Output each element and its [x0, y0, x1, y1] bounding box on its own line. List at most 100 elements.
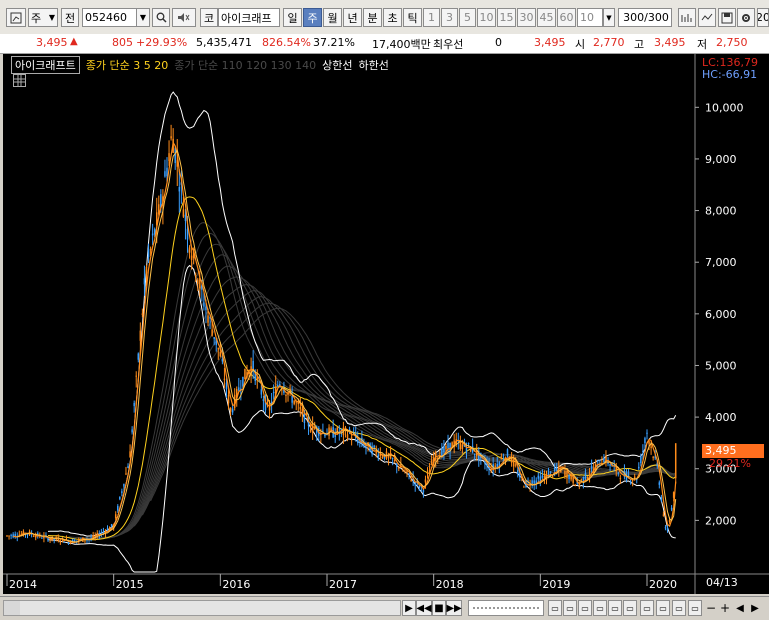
- change-pct: +29.93%: [136, 36, 188, 49]
- item-name: 아이크래프: [218, 8, 280, 27]
- tab-day[interactable]: 일: [283, 8, 302, 27]
- price-chart[interactable]: 10,000 9,000 8,000 7,000 6,000 5,000 4,000 3,00…: [3, 54, 769, 594]
- interval-45[interactable]: 45: [537, 8, 556, 27]
- interval-1[interactable]: 1: [423, 8, 440, 27]
- candle-body: [549, 471, 552, 473]
- candle-body: [674, 443, 677, 479]
- x-tick-label: 2016: [222, 578, 250, 591]
- tab-week[interactable]: 주: [303, 8, 322, 27]
- ask-value: 3,495: [534, 36, 566, 49]
- x-tick-label: 2019: [542, 578, 570, 591]
- interval-input[interactable]: 10: [577, 8, 603, 27]
- rewind-icon[interactable]: ◀◀: [416, 600, 432, 616]
- candle-body: [117, 506, 119, 511]
- interval-5[interactable]: 5: [459, 8, 476, 27]
- tab-tick[interactable]: 틱: [403, 8, 422, 27]
- candle-body: [617, 472, 620, 474]
- candle-body: [170, 136, 172, 139]
- code-input-value: 052460: [85, 11, 127, 24]
- candle-body: [638, 466, 640, 469]
- zoom-icon-10[interactable]: ▭: [688, 600, 702, 616]
- compare-icon[interactable]: [698, 8, 716, 27]
- count-input[interactable]: 300/300: [618, 8, 672, 27]
- tab-month[interactable]: 월: [323, 8, 342, 27]
- chart-canvas[interactable]: 10,0009,0008,0007,0006,0005,0004,0003,00…: [3, 54, 769, 594]
- candle-body: [609, 464, 611, 466]
- candle-body: [238, 387, 240, 391]
- search-icon[interactable]: [152, 8, 170, 27]
- interval-3[interactable]: 3: [441, 8, 458, 27]
- legend-item-name[interactable]: 아이크래프트: [11, 56, 80, 74]
- candle-body: [652, 456, 654, 458]
- zoom-icon-5[interactable]: ▭: [608, 600, 622, 616]
- candle-body: [41, 537, 43, 539]
- legend-price-ma[interactable]: 종가 단순 3 5 20: [86, 57, 168, 73]
- zoom-icon-1[interactable]: ▭: [548, 600, 562, 616]
- tab-second[interactable]: 초: [383, 8, 402, 27]
- interval-10[interactable]: 10: [477, 8, 496, 27]
- candle-body: [207, 315, 209, 323]
- gear-icon[interactable]: [737, 8, 755, 27]
- zoom-slider[interactable]: [468, 600, 544, 616]
- candle-body: [141, 313, 144, 315]
- tab-minute[interactable]: 분: [363, 8, 382, 27]
- legend-limit-up[interactable]: 상한선: [322, 57, 352, 73]
- forward-icon[interactable]: ▶▶: [446, 600, 462, 616]
- candle-body: [293, 400, 295, 404]
- candle-body: [219, 351, 222, 357]
- candle-body: [164, 171, 166, 177]
- interval-30[interactable]: 30: [517, 8, 536, 27]
- code-dropdown-icon[interactable]: ▼: [136, 8, 150, 27]
- scroll-left-icon[interactable]: [4, 601, 20, 615]
- zoom-icon-8[interactable]: ▭: [656, 600, 670, 616]
- zoom-icon-9[interactable]: ▭: [672, 600, 686, 616]
- scroll-left-button[interactable]: ◀: [733, 600, 747, 616]
- candle-body: [291, 396, 293, 403]
- item-marker[interactable]: 코: [200, 8, 218, 27]
- legend-limit-down[interactable]: 하한선: [359, 57, 389, 73]
- play-icon[interactable]: ▶: [402, 600, 416, 616]
- legend-long-ma[interactable]: 종가 단순 110 120 130 140: [174, 57, 316, 73]
- speaker-icon[interactable]: [172, 8, 196, 27]
- candle-body: [223, 378, 226, 380]
- scroll-controls: ▶ ◀◀ ■ ▶▶ ▭ ▭ ▭ ▭ ▭ ▭ ▭ ▭ ▭ ▭ − + ◀ ▶: [0, 596, 769, 620]
- candle-body: [227, 394, 230, 404]
- zoom-icon-6[interactable]: ▭: [623, 600, 637, 616]
- chart-type-icon[interactable]: [6, 8, 26, 27]
- market-select[interactable]: 주 ▼: [28, 8, 58, 27]
- interval-60[interactable]: 60: [557, 8, 576, 27]
- tab-year[interactable]: 년: [343, 8, 362, 27]
- zoom-icon-7[interactable]: ▭: [640, 600, 654, 616]
- type-button[interactable]: 전: [61, 8, 79, 27]
- candle-body: [84, 540, 86, 542]
- zoom-icon-4[interactable]: ▭: [593, 600, 607, 616]
- stop-icon[interactable]: ■: [432, 600, 446, 616]
- interval-dropdown-icon[interactable]: ▼: [603, 8, 615, 27]
- horizontal-scrollbar[interactable]: [3, 600, 401, 616]
- save-icon[interactable]: [718, 8, 736, 27]
- candle-body: [272, 391, 275, 394]
- candle-body: [186, 228, 189, 240]
- candle-body: [102, 531, 105, 533]
- candle-body: [426, 472, 429, 474]
- candle-body: [145, 267, 148, 274]
- candle-body: [568, 475, 570, 480]
- scroll-right-button[interactable]: ▶: [748, 600, 762, 616]
- zoom-icon-2[interactable]: ▭: [563, 600, 577, 616]
- interval-15[interactable]: 15: [497, 8, 516, 27]
- priority-value: 0: [495, 36, 502, 49]
- candle-body: [190, 255, 193, 261]
- indicator-icon[interactable]: [678, 8, 696, 27]
- candle-body: [414, 482, 416, 486]
- candle-body: [465, 447, 468, 452]
- candle-body: [603, 458, 605, 463]
- candle-body: [658, 482, 661, 485]
- candle-body: [143, 278, 146, 285]
- candle-body: [541, 475, 544, 478]
- candle-body: [506, 449, 509, 457]
- long-ma-line: [117, 284, 676, 536]
- zoom-in-button[interactable]: +: [719, 600, 731, 616]
- zoom-icon-3[interactable]: ▭: [578, 600, 592, 616]
- grid-toggle-icon[interactable]: [13, 74, 26, 87]
- zoom-out-button[interactable]: −: [705, 600, 717, 616]
